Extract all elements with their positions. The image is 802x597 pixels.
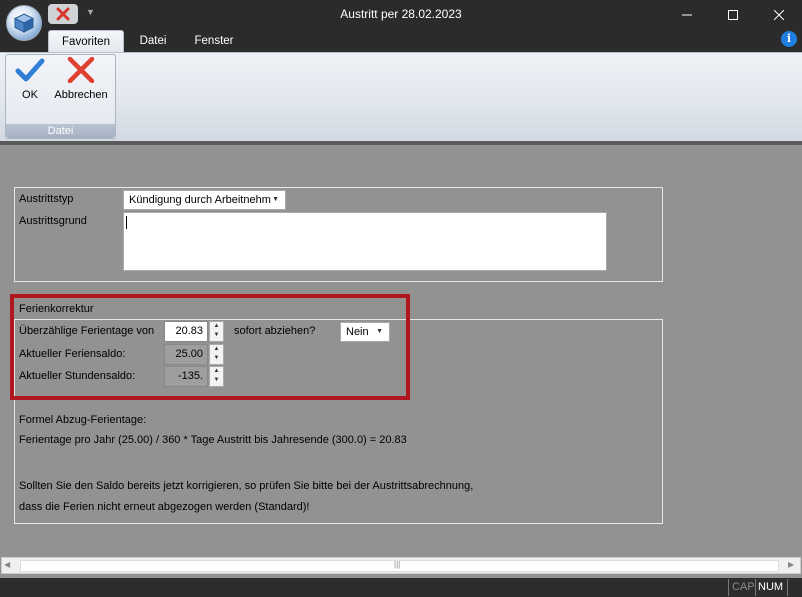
minimize-icon [682,14,692,16]
status-bar [0,578,802,597]
close-icon [56,7,70,21]
text-caret [126,216,127,229]
ribbon [0,52,802,141]
status-divider [755,579,756,596]
exit-reason-label: Austrittsgrund [19,215,87,227]
formula-text: Ferientage pro Jahr (25.00) / 360 * Tage… [19,434,407,446]
info-icon[interactable]: i [781,31,797,47]
cancel-x-icon [67,57,95,83]
ok-button[interactable]: OK [12,57,48,119]
status-divider [787,579,788,596]
formula-heading: Formel Abzug-Ferientage: [19,414,147,426]
status-divider [728,579,729,596]
application-menu-button[interactable] [6,5,42,41]
ribbon-group-label: Datei [6,124,115,138]
close-icon [774,10,784,20]
exit-type-value: Kündigung durch Arbeitnehm [129,194,271,206]
formula-note-line2: dass die Ferien nicht erneut abgezogen w… [19,501,310,513]
highlight-annotation-box [10,294,410,400]
tab-fenster[interactable]: Fenster [184,30,244,52]
maximize-icon [728,10,738,20]
minimize-button[interactable] [664,0,710,30]
tab-favoriten[interactable]: Favoriten [48,30,124,52]
quick-access-dropdown-icon[interactable]: ▼ [86,7,95,17]
exit-reason-textarea[interactable] [123,212,607,271]
cancel-label: Abbrechen [54,89,108,101]
caps-lock-indicator: CAP [732,581,755,593]
exit-type-label: Austrittstyp [19,193,74,205]
scrollbar-grip-icon: ||| [394,560,401,569]
scroll-right-icon[interactable]: ▶ [788,560,794,569]
ok-label: OK [22,89,38,101]
tab-datei[interactable]: Datei [130,30,176,52]
maximize-button[interactable] [710,0,756,30]
exit-type-dropdown[interactable]: Kündigung durch Arbeitnehm ▼ [123,190,286,210]
cancel-button[interactable]: Abbrechen [50,57,112,119]
cube-icon [13,13,35,33]
scroll-left-icon[interactable]: ◀ [4,560,10,569]
num-lock-indicator: NUM [758,581,784,593]
formula-note-line1: Sollten Sie den Saldo bereits jetzt korr… [19,480,474,492]
close-window-button[interactable] [756,0,802,30]
quick-access-close-button[interactable] [48,4,78,24]
chevron-down-icon: ▼ [272,196,279,203]
checkmark-icon [15,58,45,82]
